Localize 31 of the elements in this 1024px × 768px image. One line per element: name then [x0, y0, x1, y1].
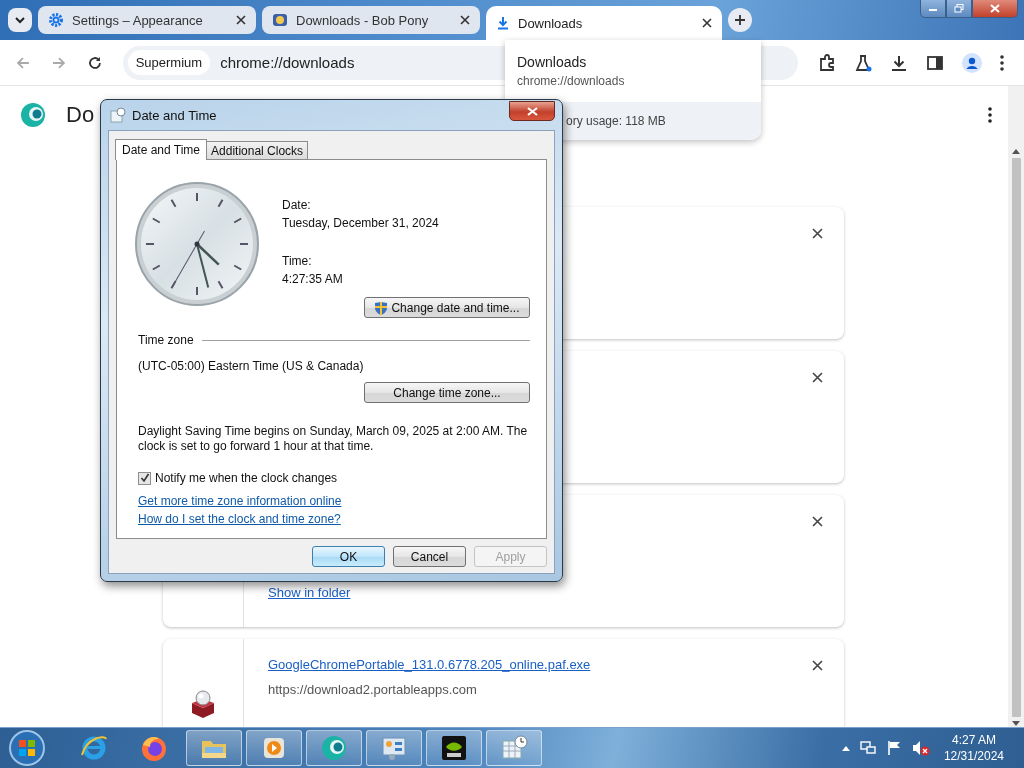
date-value: Tuesday, December 31, 2024 — [282, 216, 439, 230]
hover-card-title: Downloads — [517, 54, 588, 70]
url-text: chrome://downloads — [220, 54, 355, 71]
change-date-time-button[interactable]: Change date and time... — [364, 297, 530, 318]
page-title: Do — [66, 102, 95, 128]
source-url: https://download2.portableapps.com — [268, 682, 477, 697]
taskbar-clock[interactable]: 4:27 AM 12/31/2024 — [943, 732, 1004, 764]
browser-tab[interactable]: Downloads — [486, 6, 722, 40]
site-chip[interactable]: Supermium — [127, 50, 211, 75]
date-label: Date: — [282, 198, 312, 212]
notify-checkbox[interactable]: Notify me when the clock changes — [138, 471, 338, 485]
memory-usage-text: ory usage: 118 MB — [566, 114, 666, 128]
time-value: 4:27:35 AM — [282, 272, 344, 286]
file-link[interactable]: GoogleChromePortable_131.0.6778.205_online.paf.exe — [268, 657, 591, 672]
time-zone-value: (UTC-05:00) Eastern Time (US & Canada) — [138, 359, 364, 373]
browser-tab[interactable]: Settings – Appearance — [38, 6, 256, 34]
dialog-button[interactable]: Cancel — [393, 546, 466, 567]
help-link[interactable]: How do I set the clock and time zone? — [138, 512, 341, 526]
daylight-saving-note: Daylight Saving Time begins on Sunday, March 09, 2025 at 2:00 AM. The clock is set to go forward 1 hour at that time. — [138, 424, 528, 454]
show-in-folder-link[interactable]: Show in folder — [268, 585, 351, 600]
dialog-button[interactable]: OK — [312, 546, 385, 567]
dialog-tab[interactable]: Additional Clocks — [206, 141, 309, 159]
help-link[interactable]: Get more time zone information online — [138, 494, 342, 508]
time-label: Time: — [282, 254, 313, 268]
browser-tab[interactable]: Downloads - Bob Pony — [262, 6, 480, 34]
clock-time: 4:27 AM — [951, 732, 996, 748]
dialog-tab[interactable]: Date and Time — [115, 139, 208, 160]
clock-date: 12/31/2024 — [943, 748, 1004, 764]
change-time-zone-button[interactable]: Change time zone... — [364, 382, 530, 403]
time-zone-heading: Time zone — [138, 333, 194, 347]
dialog-title: Date and Time — [132, 107, 217, 123]
